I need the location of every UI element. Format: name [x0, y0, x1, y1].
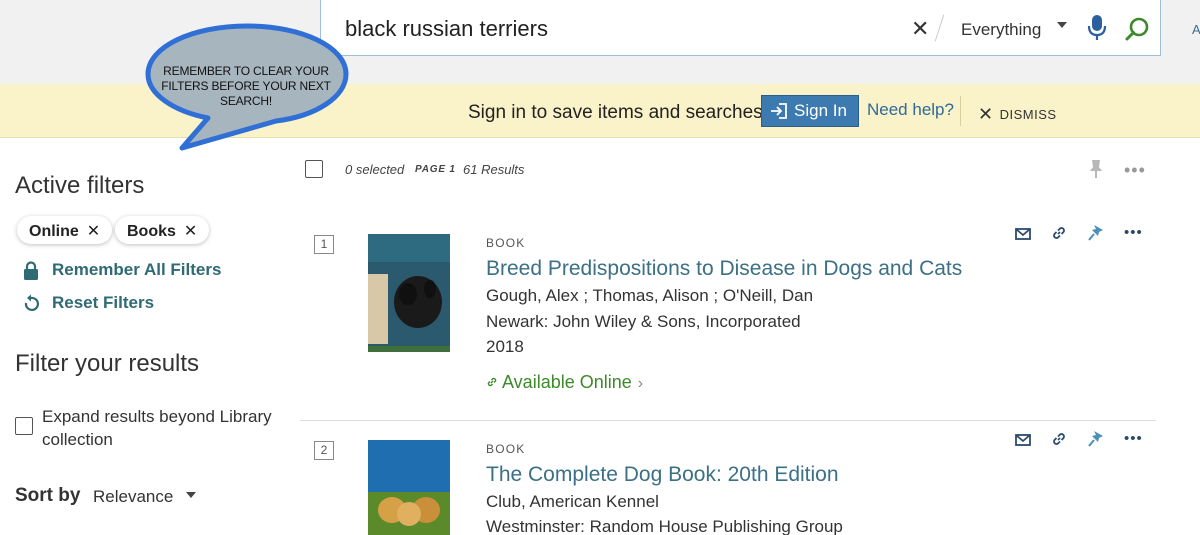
result-authors: Gough, Alex ; Thomas, Alison ; O'Neill, …	[486, 286, 814, 305]
book-cover[interactable]	[368, 234, 450, 352]
availability-label: Available Online	[502, 372, 632, 392]
chevron-right-icon: ›	[637, 375, 644, 392]
chip-label: Online	[29, 223, 79, 240]
close-icon: ✕	[978, 104, 994, 124]
need-help-link[interactable]: Need help?	[867, 100, 954, 120]
search-scope-select[interactable]: Everything	[961, 20, 1041, 40]
reset-icon	[24, 294, 40, 312]
result-divider	[300, 420, 1156, 421]
result-authors: Club, American Kennel	[486, 492, 659, 511]
more-options-icon[interactable]: •••	[1124, 430, 1143, 447]
email-icon[interactable]	[1015, 433, 1031, 451]
remember-label: Remember All Filters	[52, 260, 222, 279]
result-number: 1	[314, 235, 334, 254]
divider	[934, 14, 945, 42]
sign-in-label: Sign In	[794, 101, 847, 120]
dismiss-button[interactable]: ✕ DISMISS	[978, 103, 1057, 124]
search-input[interactable]: black russian terriers	[345, 16, 548, 42]
select-all-checkbox[interactable]	[305, 160, 323, 178]
remember-all-filters-button[interactable]: Remember All Filters	[22, 260, 221, 280]
result-title[interactable]: Breed Predispositions to Disease in Dogs…	[486, 257, 962, 281]
search-box[interactable]: black russian terriers ✕ Everything	[320, 0, 1161, 56]
remove-chip-icon[interactable]: ✕	[87, 223, 100, 240]
page-number: PAGE 1	[415, 164, 456, 175]
available-online-link[interactable]: Available Online ›	[486, 372, 643, 393]
filter-results-heading: Filter your results	[15, 350, 200, 377]
account-link[interactable]: A	[1192, 22, 1200, 37]
reset-filters-button[interactable]: Reset Filters	[22, 293, 154, 313]
pin-icon[interactable]	[1088, 224, 1104, 247]
permalink-icon[interactable]	[1051, 431, 1067, 452]
pin-icon[interactable]	[1088, 159, 1104, 184]
permalink-icon[interactable]	[1051, 225, 1067, 246]
book-cover[interactable]	[368, 440, 450, 535]
result-type: BOOK	[486, 236, 526, 250]
email-icon[interactable]	[1015, 227, 1031, 245]
caret-down-icon[interactable]	[1057, 22, 1067, 28]
dismiss-label: DISMISS	[999, 107, 1057, 122]
sort-select[interactable]: Relevance	[93, 487, 173, 507]
filter-chip-online[interactable]: Online ✕	[17, 216, 113, 244]
result-title[interactable]: The Complete Dog Book: 20th Edition	[486, 463, 839, 487]
banner-message: Sign in to save items and searches	[468, 102, 763, 123]
result-number: 2	[314, 441, 334, 460]
book-cover-image-1	[368, 234, 450, 352]
more-options-icon[interactable]: •••	[1124, 160, 1146, 181]
link-icon	[487, 377, 497, 387]
microphone-icon[interactable]	[1087, 14, 1107, 47]
chip-label: Books	[127, 223, 176, 240]
caret-down-icon[interactable]	[186, 492, 196, 498]
reset-label: Reset Filters	[52, 293, 155, 312]
results-count: 61 Results	[463, 162, 525, 177]
result-type: BOOK	[486, 442, 526, 456]
divider	[960, 96, 961, 126]
result-year: 2018	[486, 337, 524, 356]
expand-results-label[interactable]: Expand results beyond Library collection	[42, 405, 282, 451]
callout-text: REMEMBER TO CLEAR YOUR FILTERS BEFORE YO…	[161, 64, 331, 108]
sign-in-button[interactable]: Sign In	[761, 95, 859, 127]
result-publisher: Newark: John Wiley & Sons, Incorporated	[486, 312, 801, 331]
active-filters-heading: Active filters	[15, 172, 145, 199]
search-icon[interactable]	[1125, 16, 1151, 47]
selected-count: 0 selected	[345, 162, 405, 177]
pin-icon[interactable]	[1088, 430, 1104, 453]
lock-icon	[24, 261, 38, 280]
remove-chip-icon[interactable]: ✕	[184, 223, 197, 240]
filter-chip-books[interactable]: Books ✕	[115, 216, 210, 244]
more-options-icon[interactable]: •••	[1124, 224, 1143, 241]
sort-by-label: Sort by	[15, 485, 81, 506]
expand-results-checkbox[interactable]	[15, 417, 33, 435]
book-cover-image-2	[368, 440, 450, 535]
result-publisher: Westminster: Random House Publishing Gro…	[486, 517, 843, 535]
sign-in-icon	[771, 103, 787, 119]
clear-search-icon[interactable]: ✕	[911, 16, 929, 42]
